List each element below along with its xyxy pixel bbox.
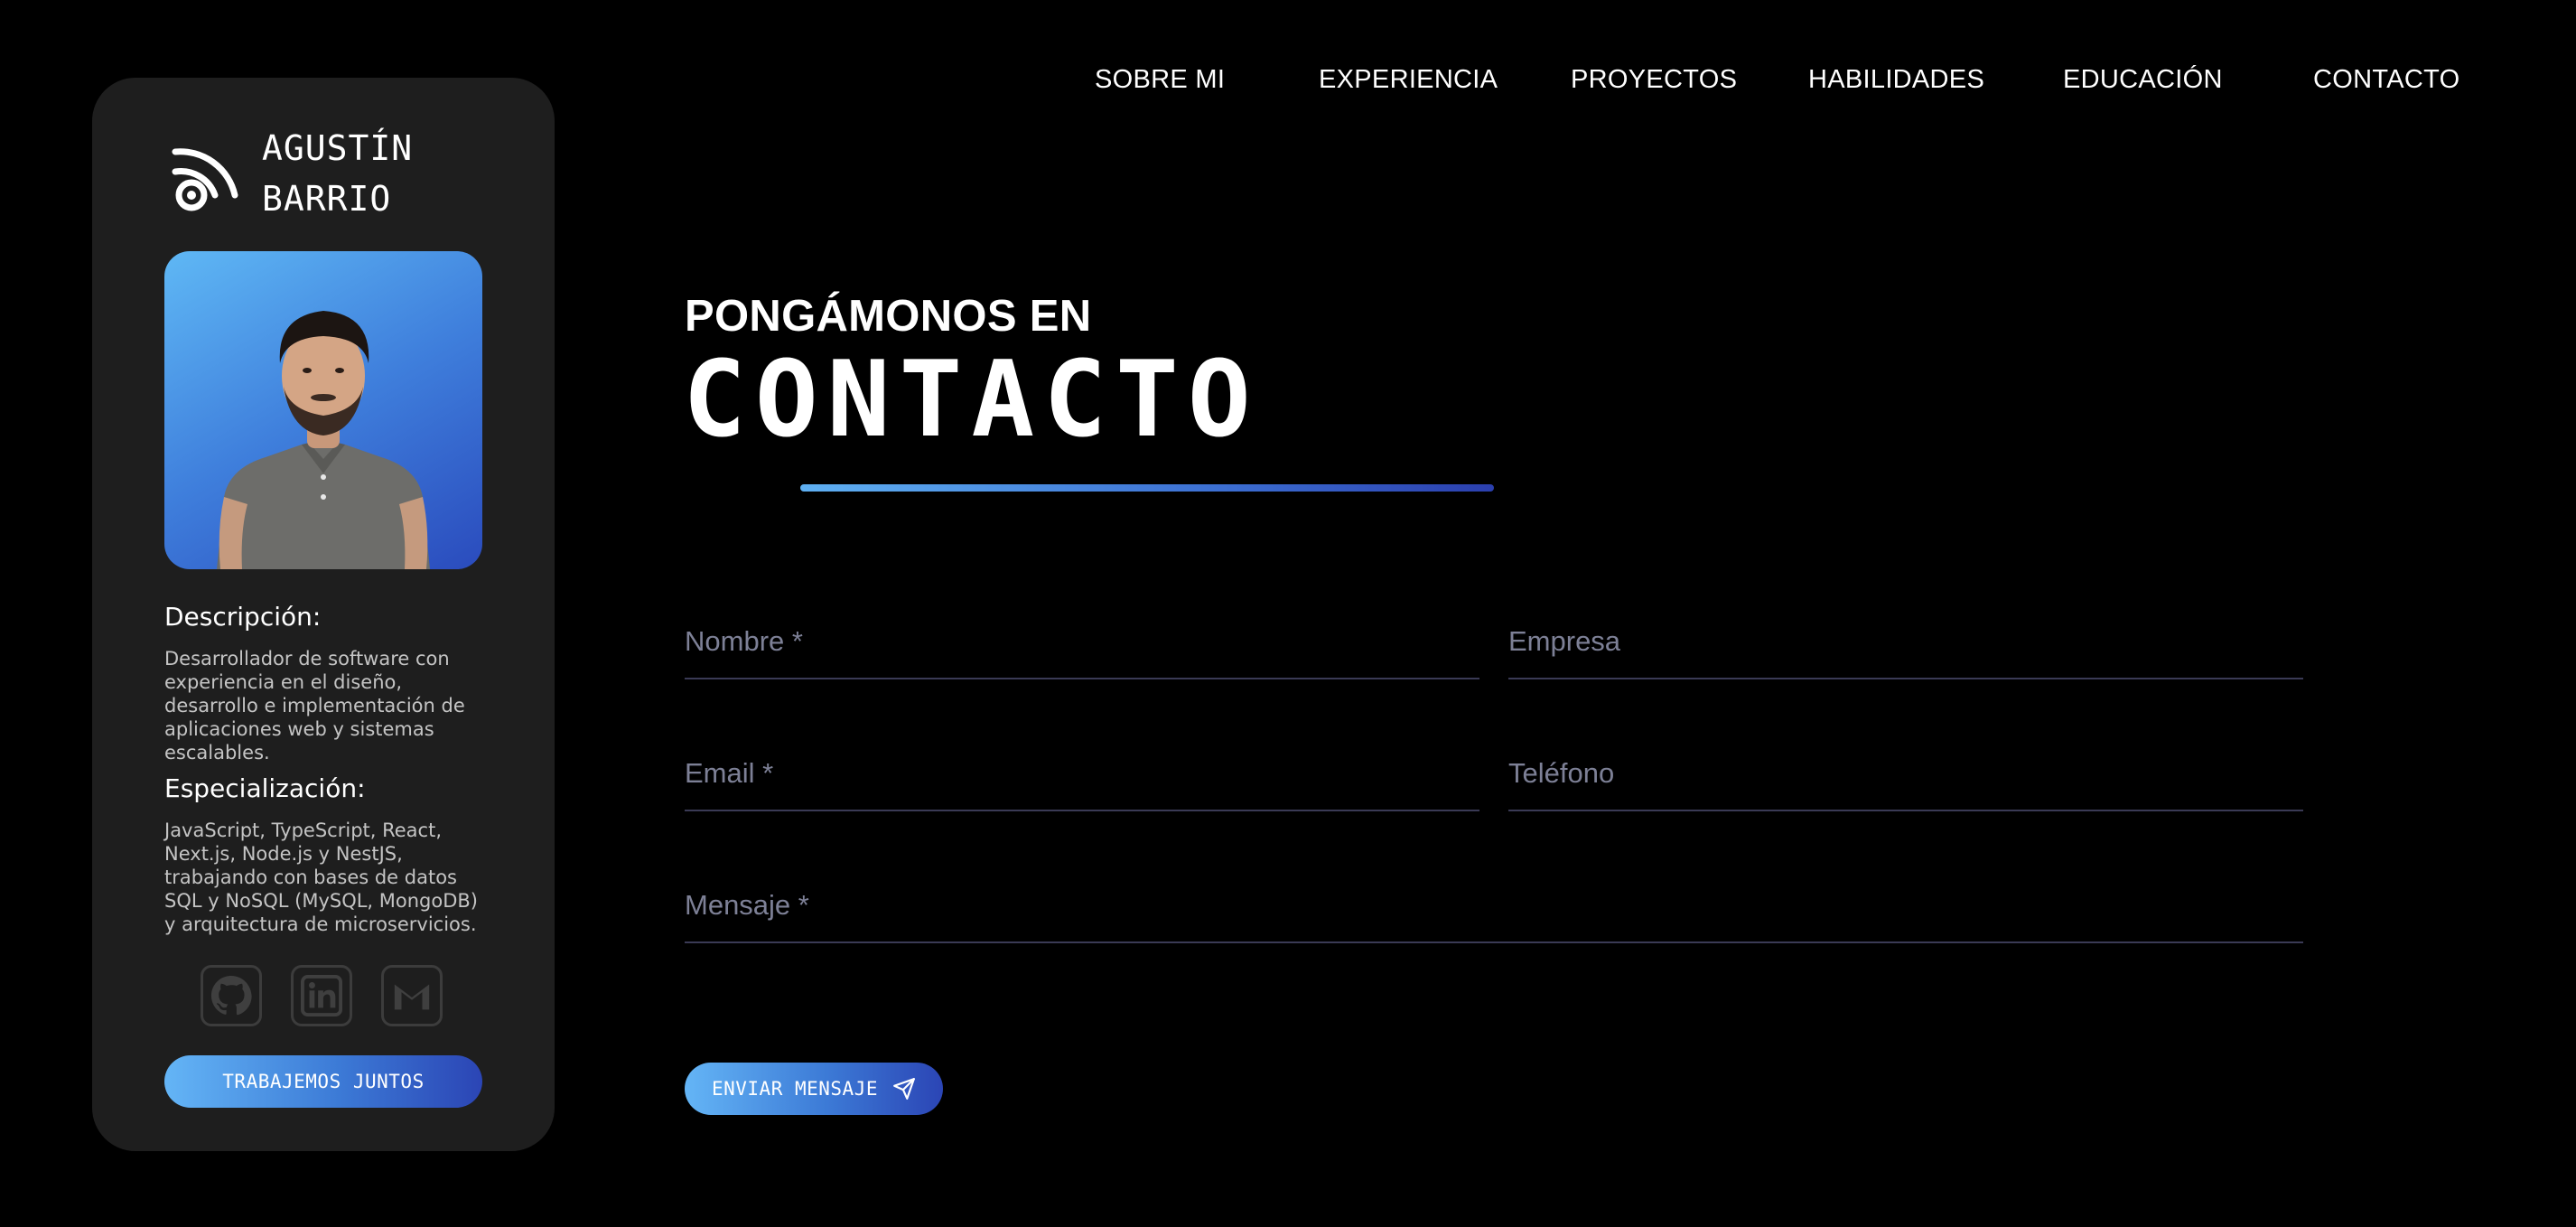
nav-item-proyectos[interactable]: PROYECTOS: [1571, 65, 1737, 95]
gmail-icon: [394, 984, 430, 1010]
message-field-wrapper: [685, 880, 2303, 943]
github-icon: [210, 975, 252, 1016]
nav-item-experiencia[interactable]: EXPERIENCIA: [1319, 65, 1498, 95]
brand-name-first: AGUSTÍN: [262, 128, 414, 168]
send-message-button[interactable]: ENVIAR MENSAJE: [685, 1063, 943, 1115]
name-input[interactable]: [685, 625, 1479, 658]
nav-item-contacto[interactable]: CONTACTO: [2313, 65, 2459, 95]
send-icon: [893, 1078, 915, 1100]
nav-item-educacion[interactable]: EDUCACIÓN: [2063, 65, 2223, 95]
specialization-text: JavaScript, TypeScript, React, Next.js, …: [164, 820, 479, 935]
company-field-wrapper: [1508, 616, 2303, 679]
email-field-wrapper: [685, 748, 1479, 811]
github-link[interactable]: [201, 965, 262, 1026]
brand[interactable]: AGUSTÍN BARRIO: [172, 123, 413, 224]
rss-signal-icon: [172, 148, 238, 211]
phone-field-wrapper: [1508, 748, 2303, 811]
description-title: Descripción:: [164, 602, 322, 632]
message-input[interactable]: [685, 889, 2303, 922]
work-together-button[interactable]: TRABAJEMOS JUNTOS: [164, 1055, 482, 1108]
company-input[interactable]: [1508, 625, 2303, 658]
description-text: Desarrollador de software con experienci…: [164, 648, 465, 763]
linkedin-icon: [301, 975, 342, 1016]
title-underline: [800, 484, 1494, 492]
profile-card: AGUSTÍN BARRIO Descripción: Desarrollado…: [92, 78, 555, 1151]
brand-name-last: BARRIO: [262, 179, 392, 219]
nav-item-habilidades[interactable]: HABILIDADES: [1808, 65, 1984, 95]
contact-kicker: PONGÁMONOS EN: [685, 292, 1092, 341]
email-input[interactable]: [685, 757, 1479, 790]
gmail-link[interactable]: [381, 965, 443, 1026]
send-message-label: ENVIAR MENSAJE: [711, 1078, 878, 1100]
avatar: [217, 311, 430, 569]
specialization-title: Especialización:: [164, 773, 366, 803]
nav-item-sobre-mi[interactable]: SOBRE MI: [1095, 65, 1225, 95]
linkedin-link[interactable]: [291, 965, 352, 1026]
page-title: CONTACTO: [683, 339, 1260, 461]
brand-name: AGUSTÍN BARRIO: [262, 123, 413, 224]
name-field-wrapper: [685, 616, 1479, 679]
social-links: [201, 965, 443, 1026]
profile-photo: [164, 251, 482, 569]
phone-input[interactable]: [1508, 757, 2303, 790]
